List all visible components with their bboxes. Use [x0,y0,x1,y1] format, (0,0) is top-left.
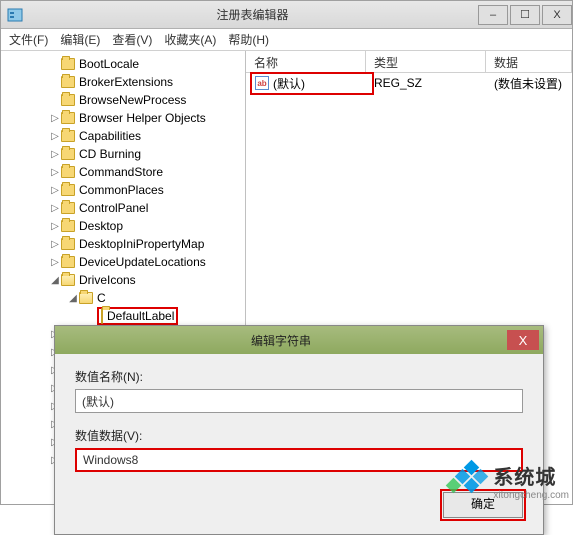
dialog-titlebar: 编辑字符串 X [55,326,543,354]
dialog-close-button[interactable]: X [507,330,539,350]
tree-item[interactable]: ▷ CD Burning [1,145,245,163]
folder-icon [61,220,75,232]
string-value-icon: ab [255,76,269,90]
tree-item[interactable]: ▷ DesktopIniPropertyMap [1,235,245,253]
expander-icon[interactable]: ▷ [49,149,61,160]
watermark-brand: 系统城 [493,461,569,490]
tree-label: C [97,291,106,305]
tree-label: CommonPlaces [79,183,164,197]
menubar: 文件(F) 编辑(E) 查看(V) 收藏夹(A) 帮助(H) [1,29,572,51]
tree-item[interactable]: ▷ Capabilities [1,127,245,145]
folder-icon [61,256,75,268]
expander-icon[interactable]: ▷ [49,185,61,196]
edit-string-dialog: 编辑字符串 X 数值名称(N): 数值数据(V): 确定 [54,325,544,535]
tree-item[interactable]: ◢ DriveIcons [1,271,245,289]
header-name[interactable]: 名称 [246,51,366,72]
folder-icon [61,274,75,286]
dialog-title: 编辑字符串 [55,332,507,349]
list-header: 名称 类型 数据 [246,51,572,73]
menu-edit[interactable]: 编辑(E) [60,31,100,48]
folder-icon [61,238,75,250]
watermark-url: xitongcheng.com [493,490,569,501]
folder-icon [61,94,75,106]
value-name-input[interactable] [75,389,523,413]
tree-label: BrokerExtensions [79,75,173,89]
value-type: REG_SZ [374,76,494,90]
folder-icon [61,166,75,178]
tree-item-highlight: DefaultLabel [97,307,178,325]
menu-help[interactable]: 帮助(H) [228,31,269,48]
expander-icon[interactable]: ▷ [49,113,61,124]
value-data-label: 数值数据(V): [75,427,523,444]
titlebar: 注册表编辑器 – ☐ X [1,1,572,29]
expander-icon[interactable]: ▷ [49,221,61,232]
folder-icon [61,76,75,88]
regedit-icon [7,7,23,23]
tree-item[interactable]: ▷ ControlPanel [1,199,245,217]
tree-item[interactable]: DefaultLabel [1,307,245,325]
expander-icon[interactable]: ▷ [49,203,61,214]
header-type[interactable]: 类型 [366,51,486,72]
tree-item[interactable]: BootLocale [1,55,245,73]
maximize-button[interactable]: ☐ [510,5,540,25]
list-row[interactable]: ab (默认) REG_SZ (数值未设置) [246,73,572,93]
expander-icon[interactable]: ▷ [49,131,61,142]
expander-icon[interactable]: ▷ [49,167,61,178]
tree-item[interactable]: BrowseNewProcess [1,91,245,109]
value-name-highlight: ab (默认) [250,72,374,95]
tree-label: BootLocale [79,57,139,71]
tree-label: Capabilities [79,129,141,143]
tree-label: Desktop [79,219,123,233]
folder-icon [61,148,75,160]
tree-item[interactable]: ▷ CommonPlaces [1,181,245,199]
value-name-label: 数值名称(N): [75,368,523,385]
tree-label: Browser Helper Objects [79,111,206,125]
value-name: (默认) [273,75,369,92]
menu-file[interactable]: 文件(F) [9,31,48,48]
folder-icon [61,58,75,70]
tree-item[interactable]: ◢C [1,289,245,307]
tree-label: BrowseNewProcess [79,93,186,107]
folder-icon [101,308,103,324]
tree-item[interactable]: ▷ Browser Helper Objects [1,109,245,127]
tree-label: CD Burning [79,147,141,161]
tree-label: ControlPanel [79,201,148,215]
tree-item[interactable]: ▷ CommandStore [1,163,245,181]
expander-icon[interactable]: ◢ [67,293,79,304]
tree-item[interactable]: ▷ Desktop [1,217,245,235]
menu-favorites[interactable]: 收藏夹(A) [164,31,216,48]
folder-icon [61,130,75,142]
tree-label: CommandStore [79,165,163,179]
folder-icon [61,202,75,214]
expander-icon[interactable]: ◢ [49,275,61,286]
header-data[interactable]: 数据 [486,51,572,72]
value-data: (数值未设置) [494,75,572,92]
watermark-logo-icon [453,462,491,500]
tree-label: DeviceUpdateLocations [79,255,206,269]
close-button[interactable]: X [542,5,572,25]
tree-item[interactable]: BrokerExtensions [1,73,245,91]
window-buttons: – ☐ X [476,5,572,25]
tree-label: DriveIcons [79,273,136,287]
folder-icon [61,184,75,196]
folder-icon [61,112,75,124]
folder-icon [79,292,93,304]
menu-view[interactable]: 查看(V) [112,31,152,48]
expander-icon[interactable]: ▷ [49,239,61,250]
watermark: 系统城 xitongcheng.com [453,461,569,501]
tree-item[interactable]: ▷ DeviceUpdateLocations [1,253,245,271]
tree-label: DesktopIniPropertyMap [79,237,204,251]
minimize-button[interactable]: – [478,5,508,25]
tree-label: DefaultLabel [107,309,174,323]
window-title: 注册表编辑器 [29,6,476,23]
watermark-text: 系统城 xitongcheng.com [493,461,569,501]
expander-icon[interactable]: ▷ [49,257,61,268]
dialog-body: 数值名称(N): 数值数据(V): 确定 [55,354,543,534]
